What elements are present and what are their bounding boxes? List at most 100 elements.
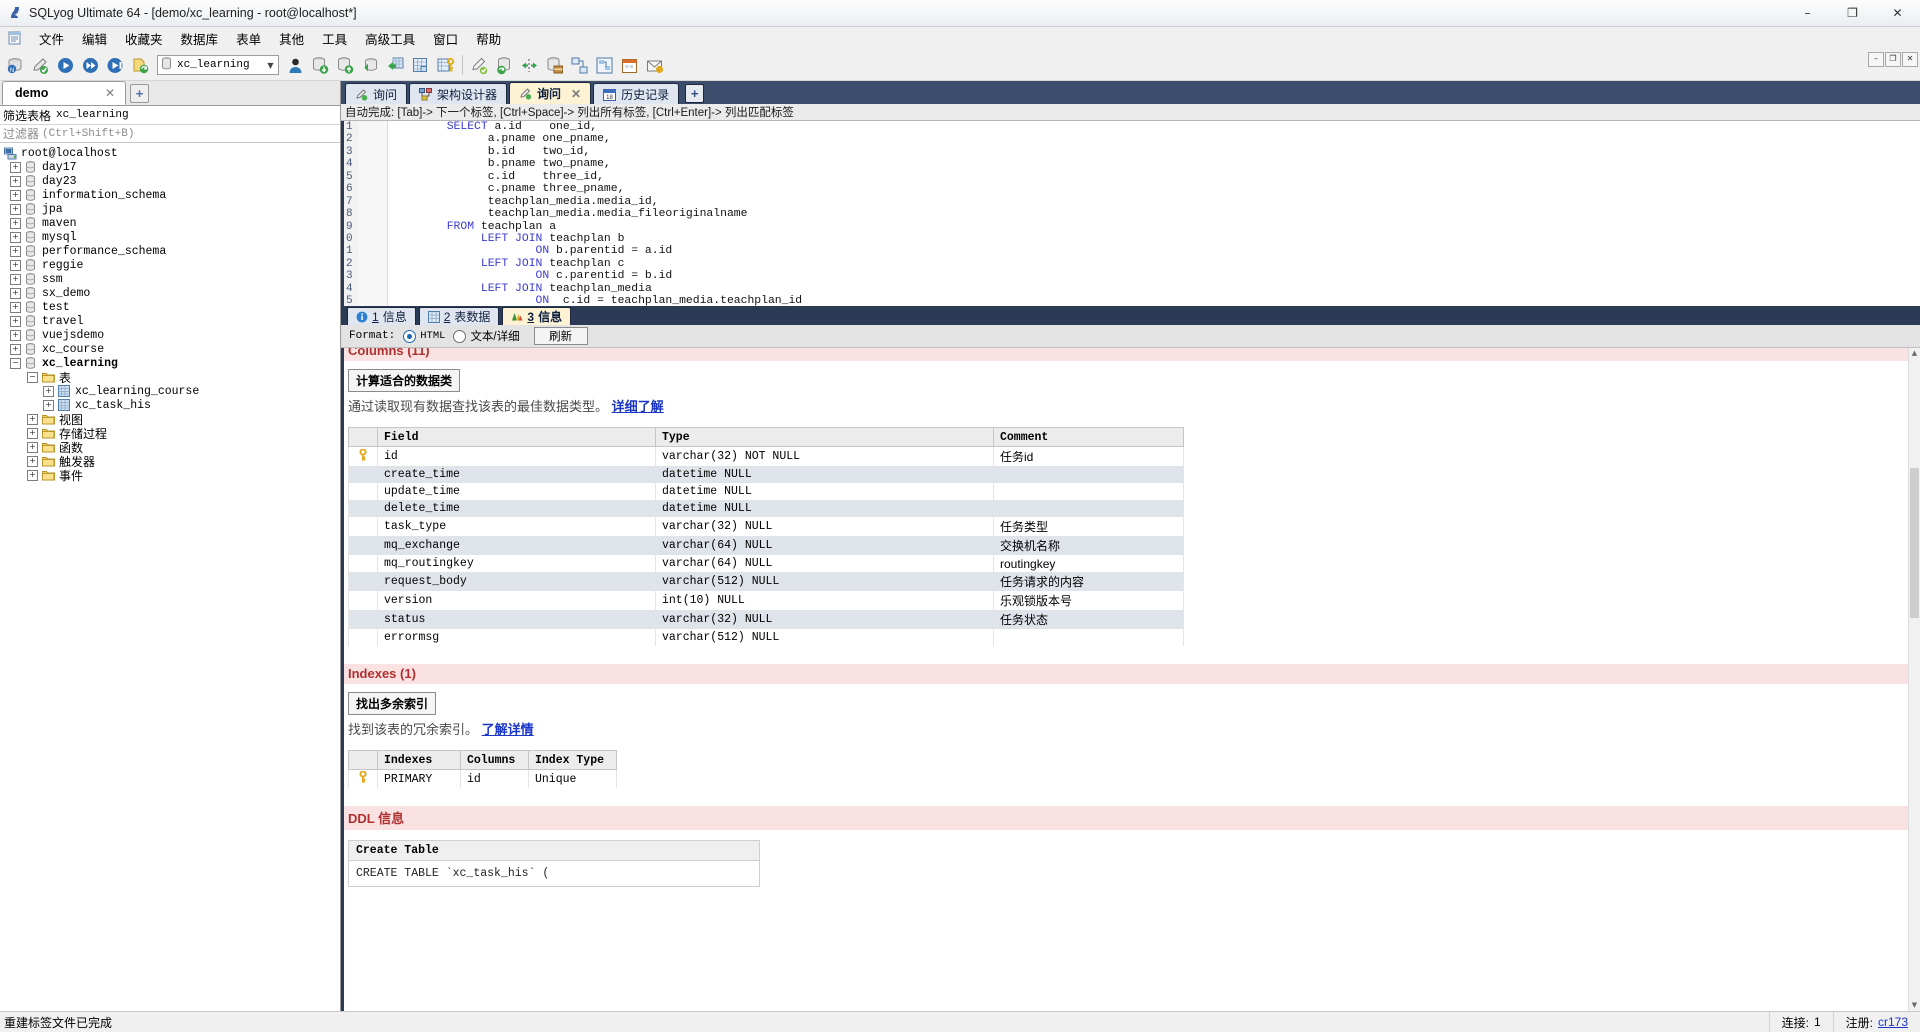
- manage-indexes-icon[interactable]: [433, 52, 458, 78]
- bookmark-gutter[interactable]: [359, 121, 388, 306]
- object-filter-input[interactable]: 过滤器 (Ctrl+Shift+B): [0, 125, 340, 143]
- tree-node-folder[interactable]: + 函数: [0, 440, 340, 455]
- maximize-button[interactable]: ❐: [1830, 0, 1875, 26]
- format-radio-text[interactable]: 文本/详细: [453, 328, 520, 344]
- new-connection-icon[interactable]: N: [3, 52, 28, 78]
- export-data-icon[interactable]: [333, 52, 358, 78]
- refresh-button[interactable]: 刷新: [533, 327, 588, 345]
- expand-icon[interactable]: +: [10, 315, 21, 327]
- expand-icon[interactable]: +: [10, 287, 21, 299]
- schedule-backup-icon[interactable]: [542, 52, 567, 78]
- object-tree[interactable]: root@localhost + day17 + day23 + information_…: [0, 143, 340, 1011]
- expand-icon[interactable]: +: [10, 273, 21, 285]
- redundant-indexes-link[interactable]: 了解详情: [482, 722, 534, 737]
- menu-tools[interactable]: 工具: [313, 27, 356, 50]
- menu-favorites[interactable]: 收藏夹: [116, 27, 172, 50]
- tab-history[interactable]: 18 历史记录: [593, 83, 680, 104]
- tree-node-database[interactable]: + maven: [0, 216, 340, 230]
- menu-table[interactable]: 表单: [227, 27, 270, 50]
- backup-database-icon[interactable]: [358, 52, 383, 78]
- sql-scheduler-icon[interactable]: [617, 52, 642, 78]
- expand-icon[interactable]: +: [10, 203, 21, 215]
- tree-node-database[interactable]: + travel: [0, 314, 340, 328]
- expand-icon[interactable]: +: [10, 343, 21, 355]
- import-data-icon[interactable]: [308, 52, 333, 78]
- find-redundant-indexes-button[interactable]: 找出多余索引: [348, 692, 437, 715]
- tree-node-folder[interactable]: + 存储过程: [0, 426, 340, 441]
- format-radio-html[interactable]: HTML: [403, 329, 445, 343]
- tree-node-folder[interactable]: + 触发器: [0, 454, 340, 469]
- collapse-icon[interactable]: −: [10, 357, 21, 369]
- tree-node-database[interactable]: + vuejsdemo: [0, 328, 340, 342]
- tree-node-database[interactable]: + test: [0, 300, 340, 314]
- calculate-datatype-link[interactable]: 详细了解: [612, 399, 664, 414]
- tree-node-database[interactable]: + jpa: [0, 202, 340, 216]
- data-sync-icon[interactable]: [517, 52, 542, 78]
- tree-node-table[interactable]: + xc_task_his: [0, 398, 340, 412]
- menu-database[interactable]: 数据库: [172, 27, 228, 50]
- tree-node-tables-folder[interactable]: − 表: [0, 370, 340, 385]
- result-tab-1-info[interactable]: 1 信息: [347, 307, 416, 325]
- expand-icon[interactable]: +: [10, 161, 21, 173]
- menu-other[interactable]: 其他: [270, 27, 313, 50]
- expand-icon[interactable]: +: [10, 175, 21, 187]
- tree-node-database[interactable]: + day23: [0, 174, 340, 188]
- expand-icon[interactable]: +: [10, 245, 21, 257]
- sync-database-icon[interactable]: [492, 52, 517, 78]
- collapse-icon[interactable]: −: [27, 371, 38, 383]
- tree-node-database[interactable]: + information_schema: [0, 188, 340, 202]
- scroll-up-icon[interactable]: ▲: [1909, 348, 1920, 359]
- add-query-tab-button[interactable]: +: [685, 84, 705, 103]
- expand-icon[interactable]: +: [27, 413, 38, 425]
- expand-icon[interactable]: +: [10, 301, 21, 313]
- tree-node-database[interactable]: + ssm: [0, 272, 340, 286]
- tab-query-2[interactable]: 询问 ✕: [509, 82, 592, 104]
- tree-node-folder[interactable]: + 事件: [0, 468, 340, 483]
- restore-database-icon[interactable]: [383, 52, 408, 78]
- tab-query-1[interactable]: 询问: [345, 83, 408, 104]
- edit-connection-icon[interactable]: [28, 52, 53, 78]
- tree-node-database[interactable]: + mysql: [0, 230, 340, 244]
- result-tab-2-table-data[interactable]: 2 表数据: [418, 307, 500, 325]
- menu-file[interactable]: 文件: [30, 27, 73, 50]
- tab-schema-designer[interactable]: 架构设计器: [409, 83, 508, 104]
- tree-node-database[interactable]: − xc_learning: [0, 356, 340, 370]
- object-info-report[interactable]: Columns (11) 计算适合的数据类 通过读取现有数据查找该表的最佳数据类…: [341, 348, 1920, 1011]
- database-selector[interactable]: xc_learning ▼: [157, 55, 279, 75]
- expand-icon[interactable]: +: [10, 231, 21, 243]
- close-icon[interactable]: ✕: [571, 87, 581, 101]
- expand-icon[interactable]: +: [10, 329, 21, 341]
- expand-icon[interactable]: +: [43, 399, 54, 411]
- menu-window[interactable]: 窗口: [424, 27, 467, 50]
- expand-icon[interactable]: +: [10, 259, 21, 271]
- menu-edit[interactable]: 编辑: [73, 27, 116, 50]
- refresh-objects-icon[interactable]: [128, 52, 153, 78]
- execute-query-icon[interactable]: [53, 52, 78, 78]
- expand-icon[interactable]: +: [43, 385, 54, 397]
- tree-node-database[interactable]: + sx_demo: [0, 286, 340, 300]
- menu-advanced-tools[interactable]: 高级工具: [356, 27, 424, 50]
- execute-current-query-icon[interactable]: [103, 52, 128, 78]
- scroll-down-icon[interactable]: ▼: [1909, 1000, 1920, 1011]
- tree-node-folder[interactable]: + 视图: [0, 412, 340, 427]
- calculate-datatype-button[interactable]: 计算适合的数据类: [348, 369, 461, 392]
- query-builder-icon[interactable]: [567, 52, 592, 78]
- tree-node-database[interactable]: + performance_schema: [0, 244, 340, 258]
- tree-node-database[interactable]: + xc_course: [0, 342, 340, 356]
- expand-icon[interactable]: +: [10, 217, 21, 229]
- mdi-close-button[interactable]: ✕: [1902, 52, 1918, 67]
- report-vertical-scrollbar[interactable]: ▲ ▼: [1908, 348, 1920, 1011]
- expand-icon[interactable]: +: [10, 189, 21, 201]
- notification-services-icon[interactable]: [642, 52, 667, 78]
- report-scroll-thumb[interactable]: [1910, 468, 1919, 618]
- expand-icon[interactable]: +: [27, 455, 38, 467]
- tree-node-database[interactable]: + day17: [0, 160, 340, 174]
- mdi-minimize-button[interactable]: –: [1868, 52, 1884, 67]
- expand-icon[interactable]: +: [27, 469, 38, 481]
- close-icon[interactable]: ✕: [83, 86, 115, 100]
- add-connection-tab-button[interactable]: +: [130, 84, 149, 103]
- sql-editor[interactable]: 123456789012345 SELECT a.id one_id, a.pn…: [341, 121, 1920, 306]
- tree-node-database[interactable]: + reggie: [0, 258, 340, 272]
- expand-icon[interactable]: +: [27, 427, 38, 439]
- sql-formatter-icon[interactable]: [467, 52, 492, 78]
